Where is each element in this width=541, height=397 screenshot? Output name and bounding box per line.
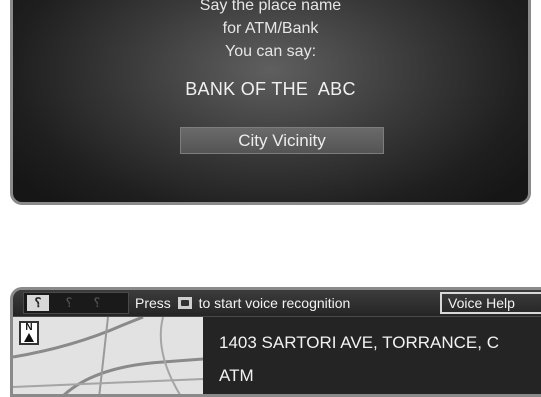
map-thumbnail[interactable]: N xyxy=(13,317,203,394)
voice-dim-icon: ⸮ xyxy=(65,295,73,310)
north-arrow-icon xyxy=(24,333,34,342)
talk-button-icon xyxy=(177,297,192,309)
north-compass-icon[interactable]: N xyxy=(19,321,39,345)
voice-status-bar: ⸮ ⸮ ⸮ Press to start voice recognition V… xyxy=(13,290,541,317)
prompt-line-2: for ATM/Bank xyxy=(222,20,319,37)
prompt-line-1: Say the place name xyxy=(199,0,342,14)
prompt-line-3: You can say: xyxy=(224,43,317,60)
voice-help-button[interactable]: Voice Help xyxy=(440,292,541,314)
instruction-prefix: Press xyxy=(135,295,171,311)
example-command: BANK OF THE ABC xyxy=(185,79,356,99)
destination-category: ATM xyxy=(219,366,254,385)
city-vicinity-button[interactable]: City Vicinity xyxy=(180,127,384,154)
navigation-screen: ⸮ ⸮ ⸮ Press to start voice recognition V… xyxy=(10,287,541,397)
map-roads xyxy=(13,317,203,394)
voice-instruction: Press to start voice recognition xyxy=(135,294,350,312)
voice-mode-icons: ⸮ ⸮ ⸮ xyxy=(23,292,129,314)
voice-active-icon: ⸮ xyxy=(27,295,49,311)
voice-prompt-screen: Say the place name for ATM/Bank You can … xyxy=(10,0,531,205)
instruction-suffix: to start voice recognition xyxy=(198,295,351,311)
destination-address: 1403 SARTORI AVE, TORRANCE, C xyxy=(219,333,499,352)
voice-dim-icon: ⸮ xyxy=(93,295,101,310)
compass-label: N xyxy=(25,322,33,333)
